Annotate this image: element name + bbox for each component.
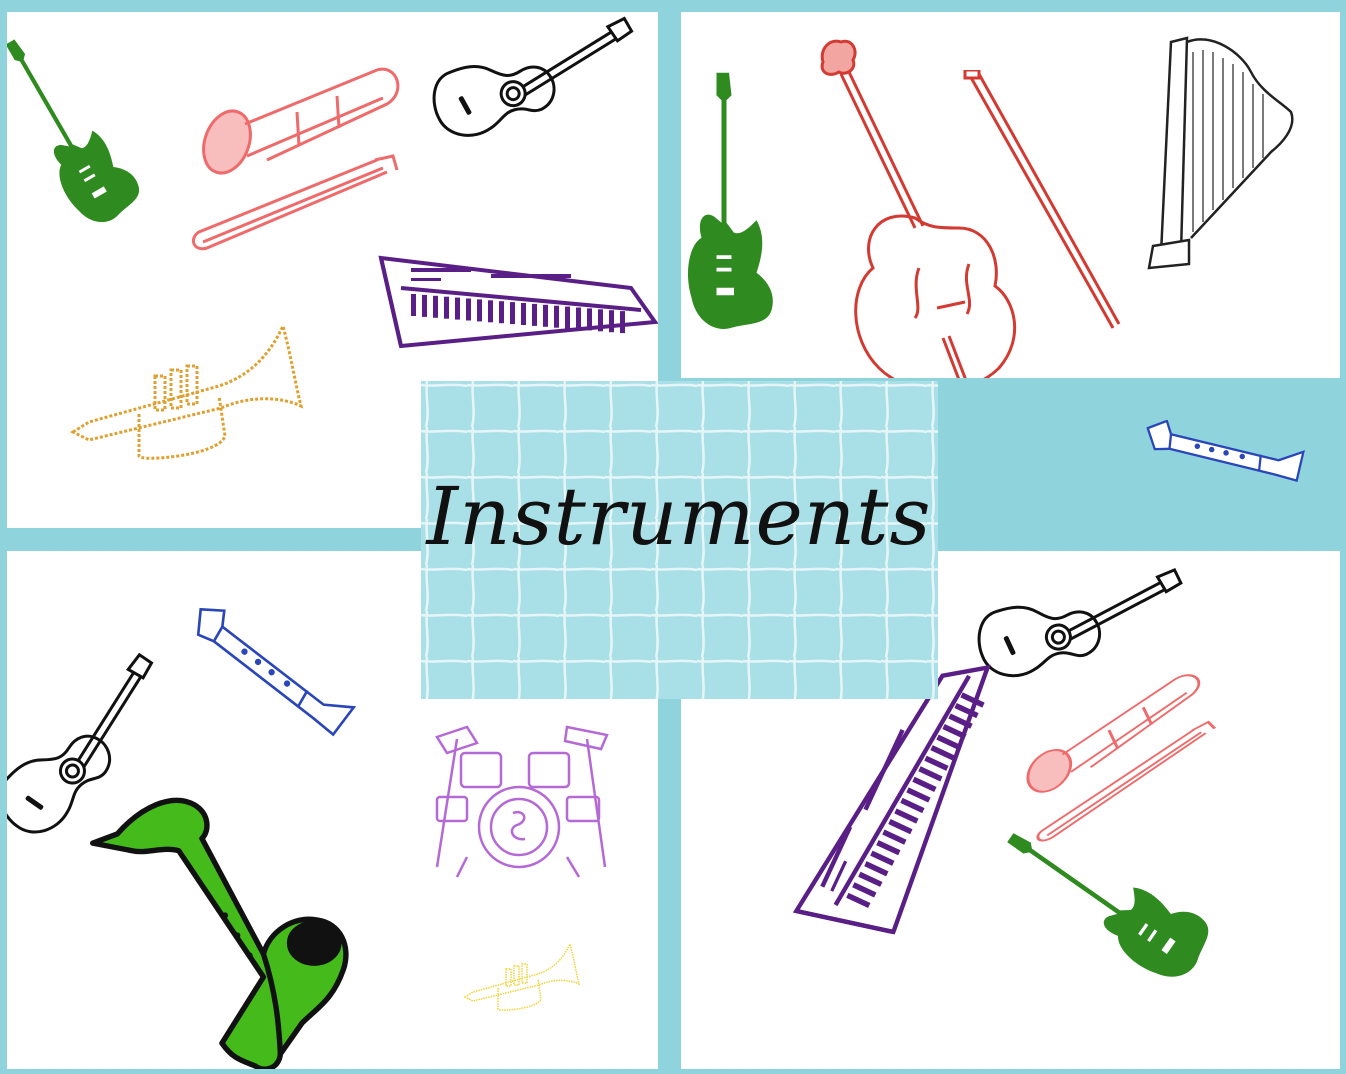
acoustic-guitar-icon xyxy=(423,16,649,145)
electric-guitar-icon xyxy=(992,801,1220,992)
recorder-icon xyxy=(178,598,365,738)
title-wrapper: Instruments xyxy=(421,381,938,699)
cello-icon xyxy=(820,39,1017,378)
trombone-icon xyxy=(191,67,400,251)
electric-guitar-icon xyxy=(7,21,148,234)
panel-top-right xyxy=(681,12,1340,378)
trumpet-icon xyxy=(71,324,303,460)
acoustic-guitar-icon xyxy=(970,567,1194,683)
electric-guitar-icon xyxy=(687,72,773,329)
trombone-icon xyxy=(1001,669,1234,845)
keyboard-icon xyxy=(379,256,657,348)
saxophone-icon xyxy=(93,800,346,1069)
drum-kit-icon xyxy=(435,725,609,879)
page-title: Instruments xyxy=(426,470,932,563)
bow-icon xyxy=(963,70,1121,330)
recorder-icon xyxy=(1142,420,1307,483)
collage: Instruments xyxy=(0,0,1346,1074)
harp-icon xyxy=(1147,36,1294,270)
trumpet-icon xyxy=(464,943,580,1011)
